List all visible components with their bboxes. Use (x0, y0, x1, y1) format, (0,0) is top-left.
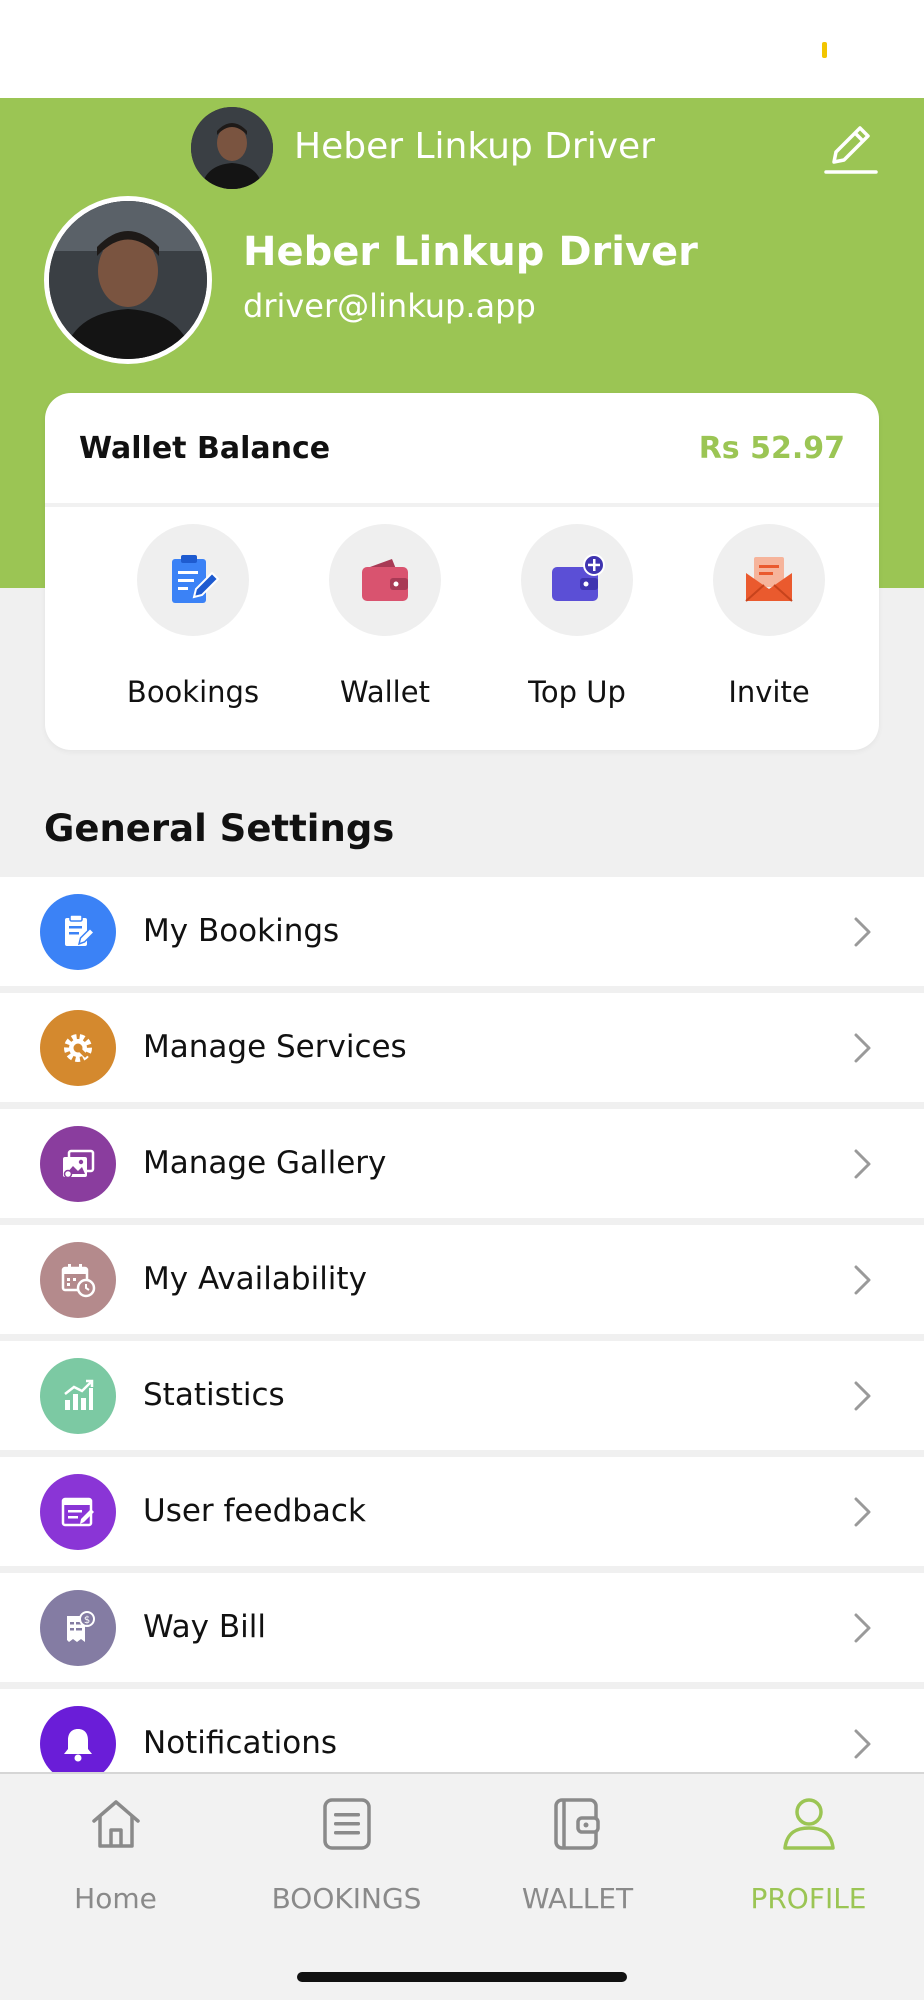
edit-profile-button[interactable] (820, 118, 880, 178)
settings-item-label: My Bookings (143, 913, 340, 949)
person-icon (782, 1798, 835, 1850)
divider (45, 503, 879, 507)
nav-item-wallet[interactable]: WALLET (462, 1794, 693, 1944)
header-user-name: Heber Linkup Driver (294, 126, 655, 167)
wallet-balance-amount: Rs 52.97 (698, 431, 845, 466)
chevron-right-icon (854, 1265, 871, 1295)
chevron-right-icon (854, 1729, 871, 1759)
settings-item-manage-services[interactable]: Manage Services (0, 993, 924, 1102)
receipt-icon: $ (40, 1590, 116, 1666)
settings-item-label: User feedback (143, 1493, 366, 1529)
settings-item-label: My Availability (143, 1261, 367, 1297)
feedback-form-icon (40, 1474, 116, 1550)
gear-wrench-icon (40, 1010, 116, 1086)
settings-item-user-feedback[interactable]: User feedback (0, 1457, 924, 1566)
avatar-small (191, 107, 273, 189)
wallet-balance-label: Wallet Balance (79, 431, 331, 466)
wallet-add-icon (552, 554, 605, 601)
nav-item-label: BOOKINGS (271, 1882, 422, 1915)
quick-action-label: Bookings (126, 675, 260, 709)
wallet-icon (553, 1798, 600, 1850)
nav-item-label: PROFILE (750, 1882, 867, 1915)
quick-action-circle (137, 524, 249, 636)
chevron-right-icon (854, 1033, 871, 1063)
gallery-icon (40, 1126, 116, 1202)
quick-action-invite[interactable]: Invite (673, 524, 865, 724)
settings-item-label: Manage Gallery (143, 1145, 387, 1181)
chevron-right-icon (854, 917, 871, 947)
pencil-icon (824, 126, 878, 174)
chevron-right-icon (854, 1149, 871, 1179)
status-indicator (822, 42, 827, 58)
bell-icon (40, 1706, 116, 1782)
avatar-large[interactable] (44, 196, 212, 364)
quick-action-circle (713, 524, 825, 636)
calendar-clock-icon (40, 1242, 116, 1318)
home-indicator[interactable] (297, 1972, 627, 1982)
bar-chart-icon (40, 1358, 116, 1434)
clipboard-edit-icon (172, 555, 220, 603)
settings-item-statistics[interactable]: Statistics (0, 1341, 924, 1450)
settings-item-manage-gallery[interactable]: Manage Gallery (0, 1109, 924, 1218)
settings-item-my-availability[interactable]: My Availability (0, 1225, 924, 1334)
settings-item-label: Way Bill (143, 1609, 266, 1645)
quick-action-wallet[interactable]: Wallet (289, 524, 481, 724)
status-bar (0, 0, 924, 98)
settings-item-my-bookings[interactable]: My Bookings (0, 877, 924, 986)
settings-item-label: Manage Services (143, 1029, 407, 1065)
chevron-right-icon (854, 1613, 871, 1643)
clipboard-edit-icon (40, 894, 116, 970)
quick-action-bookings[interactable]: Bookings (97, 524, 289, 724)
quick-action-label: Top Up (528, 675, 626, 709)
wallet-card: Wallet Balance Rs 52.97 Bookings Wallet … (45, 393, 879, 750)
quick-action-top-up[interactable]: Top Up (481, 524, 673, 724)
profile-email: driver@linkup.app (243, 287, 536, 325)
mail-open-icon (745, 557, 793, 602)
settings-item-label: Statistics (143, 1377, 285, 1413)
section-title: General Settings (44, 807, 395, 850)
settings-item-label: Notifications (143, 1725, 338, 1761)
quick-action-circle (329, 524, 441, 636)
list-icon (322, 1798, 371, 1850)
nav-item-home[interactable]: Home (0, 1794, 231, 1944)
chevron-right-icon (854, 1497, 871, 1527)
home-icon (91, 1800, 140, 1848)
svg-text:$: $ (84, 1615, 90, 1626)
nav-item-label: WALLET (521, 1882, 634, 1915)
chevron-right-icon (854, 1381, 871, 1411)
nav-item-label: Home (74, 1882, 157, 1915)
quick-action-label: Invite (728, 675, 810, 709)
quick-action-label: Wallet (340, 675, 430, 709)
wallet-icon (362, 559, 408, 601)
settings-item-way-bill[interactable]: $ Way Bill (0, 1573, 924, 1682)
profile-name: Heber Linkup Driver (243, 229, 698, 275)
nav-item-profile[interactable]: PROFILE (693, 1794, 924, 1944)
bottom-nav: Home BOOKINGS WALLET PROFILE (0, 1772, 924, 2000)
quick-action-circle (521, 524, 633, 636)
nav-item-bookings[interactable]: BOOKINGS (231, 1794, 462, 1944)
